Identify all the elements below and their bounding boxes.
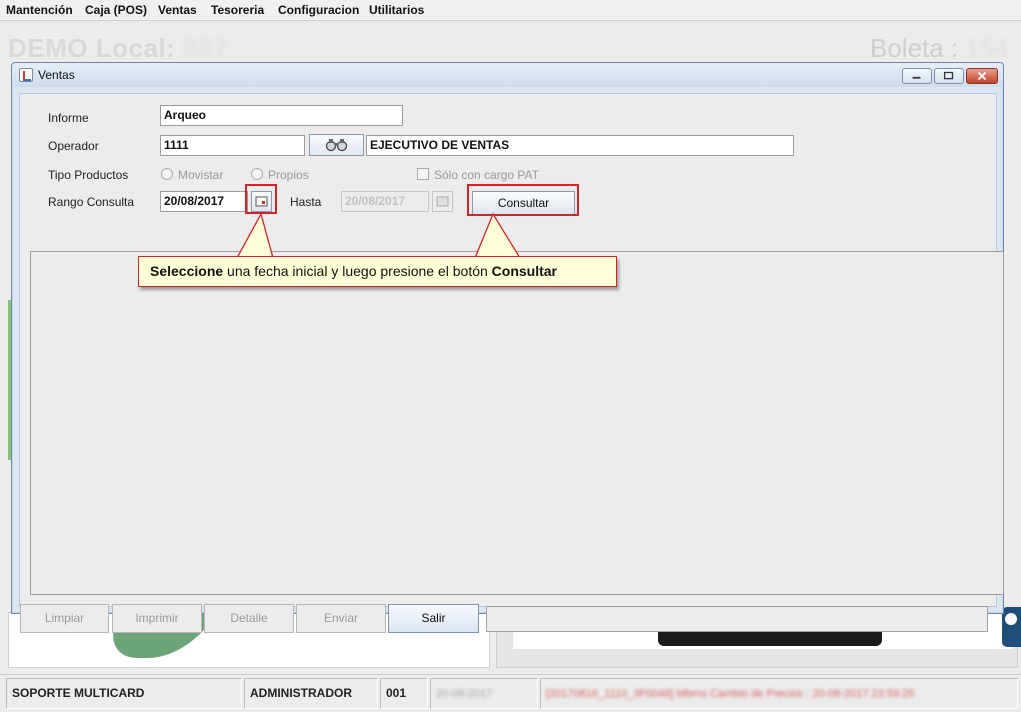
radio-movistar[interactable]	[161, 168, 173, 180]
binoculars-icon	[325, 139, 348, 152]
fecha-hasta-field[interactable]: 20/08/2017	[341, 191, 429, 212]
titlebar[interactable]: Ventas	[12, 63, 1003, 87]
boleta-value: 154	[965, 33, 1009, 63]
checkbox-cargo-pat-label: Sólo con cargo PAT	[434, 168, 539, 182]
operador-label: Operador	[48, 139, 99, 153]
callout-join-left	[238, 257, 272, 260]
menu-configuracion[interactable]: Configuracion	[278, 3, 359, 17]
menu-tesoreria[interactable]: Tesoreria	[211, 3, 264, 17]
callout-pointer-calendar	[235, 212, 274, 259]
detalle-button[interactable]: Detalle	[204, 604, 294, 633]
menu-utilitarios[interactable]: Utilitarios	[369, 3, 424, 17]
informe-label: Informe	[48, 111, 89, 125]
boleta-title: Boleta : 154	[870, 33, 1009, 64]
local-title: DEMO Local: 807	[8, 33, 228, 64]
rango-consulta-label: Rango Consulta	[48, 195, 135, 209]
minimize-icon	[912, 76, 921, 79]
enviar-button[interactable]: Enviar	[296, 604, 386, 633]
callout-bold-consultar: Consultar	[491, 263, 558, 279]
imprimir-button[interactable]: Imprimir	[112, 604, 202, 633]
teamviewer-icon	[1005, 613, 1017, 625]
maximize-button[interactable]	[934, 68, 964, 84]
checkbox-cargo-pat[interactable]	[417, 168, 429, 180]
menu-mantencion[interactable]: Mantención	[6, 3, 73, 17]
window-client: Informe Arqueo Operador 1111 EJECUTIVO D…	[19, 93, 1004, 633]
minimize-button[interactable]	[902, 68, 932, 84]
hasta-label: Hasta	[290, 195, 322, 209]
close-icon	[977, 71, 987, 81]
highlight-calendar-button	[245, 184, 277, 214]
results-panel	[30, 251, 1004, 595]
radio-propios-label: Propios	[268, 168, 309, 182]
status-codigo: 001	[380, 678, 428, 709]
status-soporte: SOPORTE MULTICARD	[6, 678, 242, 709]
maximize-icon	[943, 71, 954, 80]
limpiar-button[interactable]: Limpiar	[20, 604, 109, 633]
status-progress-field	[486, 606, 988, 632]
status-usuario: ADMINISTRADOR	[244, 678, 378, 709]
callout-text: una fecha inicial y luego presione el bo…	[223, 263, 492, 279]
menu-caja-pos[interactable]: Caja (POS)	[85, 3, 147, 17]
status-mensaje: [20170816_1110_3F0048] Mbmo Cambio de Pr…	[546, 688, 915, 700]
informe-field[interactable]: Arqueo	[160, 105, 403, 126]
ventas-window: Ventas Informe Arqueo Operador 1111 EJEC…	[11, 62, 1004, 633]
local-label: DEMO Local:	[8, 33, 176, 63]
tipo-productos-label: Tipo Productos	[48, 168, 129, 182]
statusbar: SOPORTE MULTICARD ADMINISTRADOR 001 20-0…	[0, 674, 1021, 712]
search-operador-button[interactable]	[309, 134, 364, 156]
instruction-callout: Seleccione una fecha inicial y luego pre…	[138, 256, 617, 287]
radio-movistar-label: Movistar	[178, 168, 224, 182]
radio-propios[interactable]	[251, 168, 263, 180]
window-title: Ventas	[38, 68, 75, 82]
callout-bold-seleccione: Seleccione	[150, 263, 224, 279]
menubar: Mantención Caja (POS) Ventas Tesoreria C…	[0, 0, 1021, 21]
menu-ventas[interactable]: Ventas	[158, 3, 197, 17]
side-tab[interactable]	[1002, 607, 1021, 647]
callout-pointer-consultar	[474, 212, 522, 259]
boleta-label: Boleta :	[870, 33, 959, 63]
operador-name-field[interactable]: EJECUTIVO DE VENTAS	[366, 135, 794, 156]
java-icon	[19, 68, 33, 82]
operador-code-field[interactable]: 1111	[160, 135, 305, 156]
calendar-disabled-icon	[436, 196, 449, 207]
local-value: 807	[183, 33, 228, 63]
salir-button[interactable]: Salir	[388, 604, 479, 633]
status-mensaje-cell: [20170816_1110_3F0048] Mbmo Cambio de Pr…	[540, 678, 1018, 709]
close-button[interactable]	[966, 68, 998, 84]
fecha-desde-field[interactable]: 20/08/2017	[160, 191, 248, 212]
status-fecha: 20-08-2017	[436, 688, 493, 700]
callout-join-right	[476, 257, 519, 260]
calendar-hasta-button[interactable]	[432, 191, 453, 212]
callout-pointers	[235, 212, 522, 259]
status-fecha-cell: 20-08-2017	[430, 678, 538, 709]
